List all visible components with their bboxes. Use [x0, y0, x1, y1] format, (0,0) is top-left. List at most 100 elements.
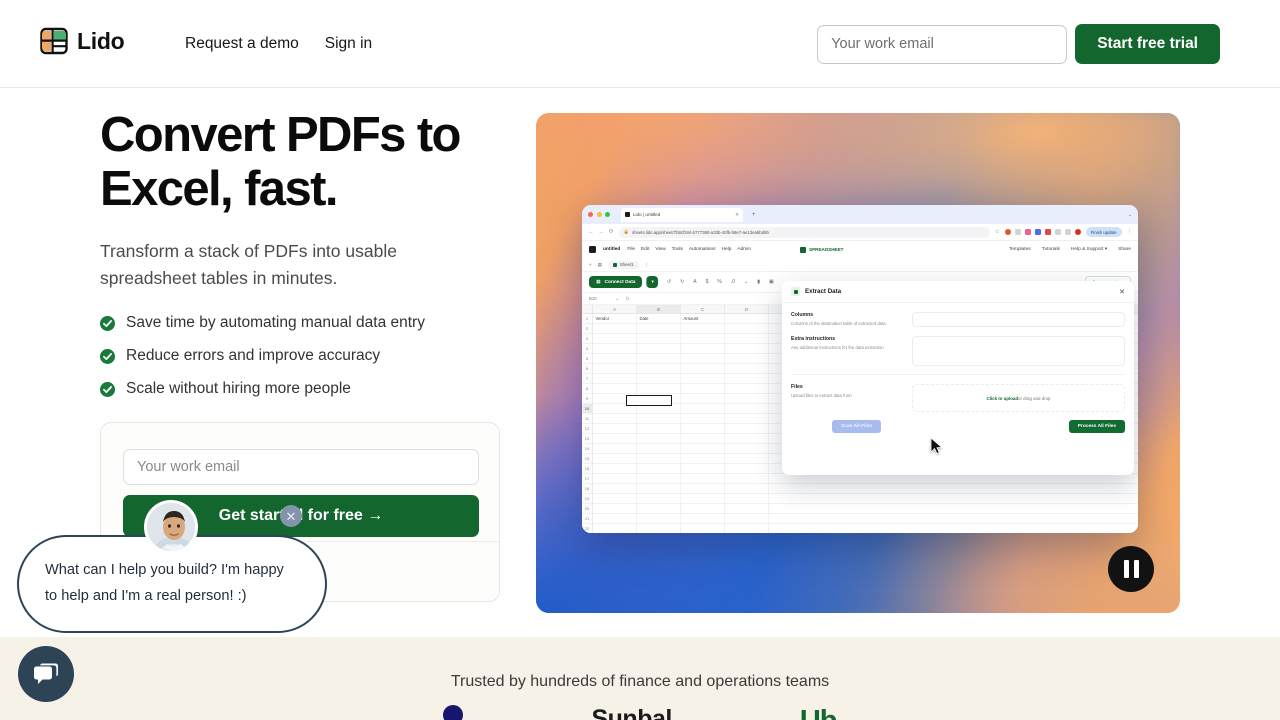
pause-button[interactable]	[1108, 546, 1154, 592]
column-header-c[interactable]: C	[681, 305, 725, 313]
table-cell[interactable]	[593, 464, 637, 473]
bookmark-star-icon[interactable]: ☆	[995, 229, 1000, 235]
table-row[interactable]	[593, 484, 1138, 494]
table-cell[interactable]	[593, 524, 637, 533]
row-header[interactable]: 2	[582, 324, 592, 334]
table-cell[interactable]	[593, 344, 637, 353]
share-button[interactable]: Share	[1118, 247, 1131, 252]
table-cell[interactable]	[725, 344, 769, 353]
upload-link[interactable]: Click to upload	[987, 396, 1018, 401]
table-cell[interactable]	[681, 444, 725, 453]
table-cell[interactable]	[637, 344, 681, 353]
row-header[interactable]: 16	[582, 464, 592, 474]
table-cell[interactable]	[725, 374, 769, 383]
menu-item-help[interactable]: Help	[722, 247, 732, 252]
table-cell[interactable]	[725, 404, 769, 413]
menu-item-automations[interactable]: Automations	[689, 247, 716, 252]
selected-cell[interactable]	[626, 395, 672, 406]
connect-data-button[interactable]: ▦ Connect Data	[589, 276, 643, 288]
extension-icon[interactable]	[1014, 229, 1021, 235]
row-header[interactable]: 7	[582, 374, 592, 384]
extension-icon[interactable]	[1024, 229, 1031, 235]
row-header[interactable]: 13	[582, 434, 592, 444]
table-cell[interactable]	[725, 414, 769, 423]
forward-arrow-icon[interactable]: →	[599, 229, 605, 235]
name-box[interactable]: B10 ⌄	[589, 296, 619, 302]
table-cell[interactable]	[681, 364, 725, 373]
cell-d1[interactable]	[725, 314, 769, 323]
document-title[interactable]: untitled	[603, 247, 620, 252]
start-free-trial-button[interactable]: Start free trial	[1075, 24, 1220, 64]
table-cell[interactable]	[637, 474, 681, 483]
table-cell[interactable]	[681, 504, 725, 513]
table-cell[interactable]	[637, 434, 681, 443]
row-header[interactable]: 22	[582, 524, 592, 533]
table-cell[interactable]	[637, 484, 681, 493]
table-cell[interactable]	[593, 514, 637, 523]
table-cell[interactable]	[725, 484, 769, 493]
table-cell[interactable]	[637, 334, 681, 343]
row-header[interactable]: 4	[582, 344, 592, 354]
table-cell[interactable]	[637, 524, 681, 533]
decimal-icon[interactable]: .0	[731, 279, 735, 285]
reload-icon[interactable]: ⟳	[609, 229, 614, 235]
table-cell[interactable]	[725, 494, 769, 503]
menu-item-admin[interactable]: Admin	[737, 247, 751, 252]
table-cell[interactable]	[593, 494, 637, 503]
chat-launcher-button[interactable]	[18, 646, 74, 702]
table-cell[interactable]	[637, 324, 681, 333]
menu-item-edit[interactable]: Edit	[641, 247, 649, 252]
row-header[interactable]: 12	[582, 424, 592, 434]
row-header[interactable]: 9	[582, 394, 592, 404]
table-row[interactable]	[593, 514, 1138, 524]
table-cell[interactable]	[681, 424, 725, 433]
bold-icon[interactable]: A	[693, 279, 696, 285]
table-cell[interactable]	[593, 484, 637, 493]
table-cell[interactable]	[725, 444, 769, 453]
signup-email-input[interactable]	[123, 449, 479, 485]
table-row[interactable]	[593, 494, 1138, 504]
table-cell[interactable]	[681, 384, 725, 393]
chevron-down-icon[interactable]: ⌄	[1128, 212, 1132, 218]
extension-icon[interactable]	[1034, 229, 1041, 235]
table-cell[interactable]	[681, 484, 725, 493]
undo-icon[interactable]: ↺	[667, 279, 671, 285]
table-cell[interactable]	[637, 454, 681, 463]
percent-icon[interactable]: %	[717, 279, 721, 285]
table-cell[interactable]	[637, 384, 681, 393]
spreadsheet-mode-badge[interactable]: SPREADSHEET	[800, 246, 843, 253]
close-icon[interactable]: ✕	[1119, 288, 1125, 296]
table-cell[interactable]	[725, 354, 769, 363]
row-header[interactable]: 14	[582, 444, 592, 454]
table-cell[interactable]	[725, 384, 769, 393]
table-cell[interactable]	[681, 524, 725, 533]
download-icon[interactable]	[1064, 229, 1071, 235]
table-cell[interactable]	[637, 424, 681, 433]
columns-input[interactable]	[912, 312, 1125, 327]
table-cell[interactable]	[681, 354, 725, 363]
menu-item-templates[interactable]: Templates	[1009, 247, 1031, 252]
menu-item-file[interactable]: File	[627, 247, 635, 252]
table-row[interactable]	[593, 474, 1138, 484]
table-cell[interactable]	[681, 344, 725, 353]
table-cell[interactable]	[637, 354, 681, 363]
browser-menu-icon[interactable]: ⋮	[1127, 229, 1133, 235]
add-sheet-icon[interactable]: +	[589, 262, 592, 267]
finish-update-button[interactable]: Finish update	[1085, 227, 1122, 237]
table-cell[interactable]	[637, 464, 681, 473]
table-cell[interactable]	[593, 354, 637, 363]
table-cell[interactable]	[725, 524, 769, 533]
product-demo-video[interactable]: Lido | untitled ✕ + ⌄ ← → ⟳ 🔒 sheets.lid…	[536, 113, 1180, 613]
table-cell[interactable]	[681, 334, 725, 343]
table-cell[interactable]	[593, 374, 637, 383]
close-tab-icon[interactable]: ✕	[735, 212, 739, 218]
table-cell[interactable]	[637, 414, 681, 423]
row-header[interactable]: 20	[582, 504, 592, 514]
cell-b1[interactable]: Date	[637, 314, 681, 323]
table-cell[interactable]	[681, 414, 725, 423]
column-header-d[interactable]: D	[725, 305, 769, 313]
extension-icon[interactable]	[1044, 229, 1051, 235]
column-header-b[interactable]: B	[637, 305, 681, 313]
window-controls[interactable]	[588, 212, 610, 217]
row-header[interactable]: 8	[582, 384, 592, 394]
